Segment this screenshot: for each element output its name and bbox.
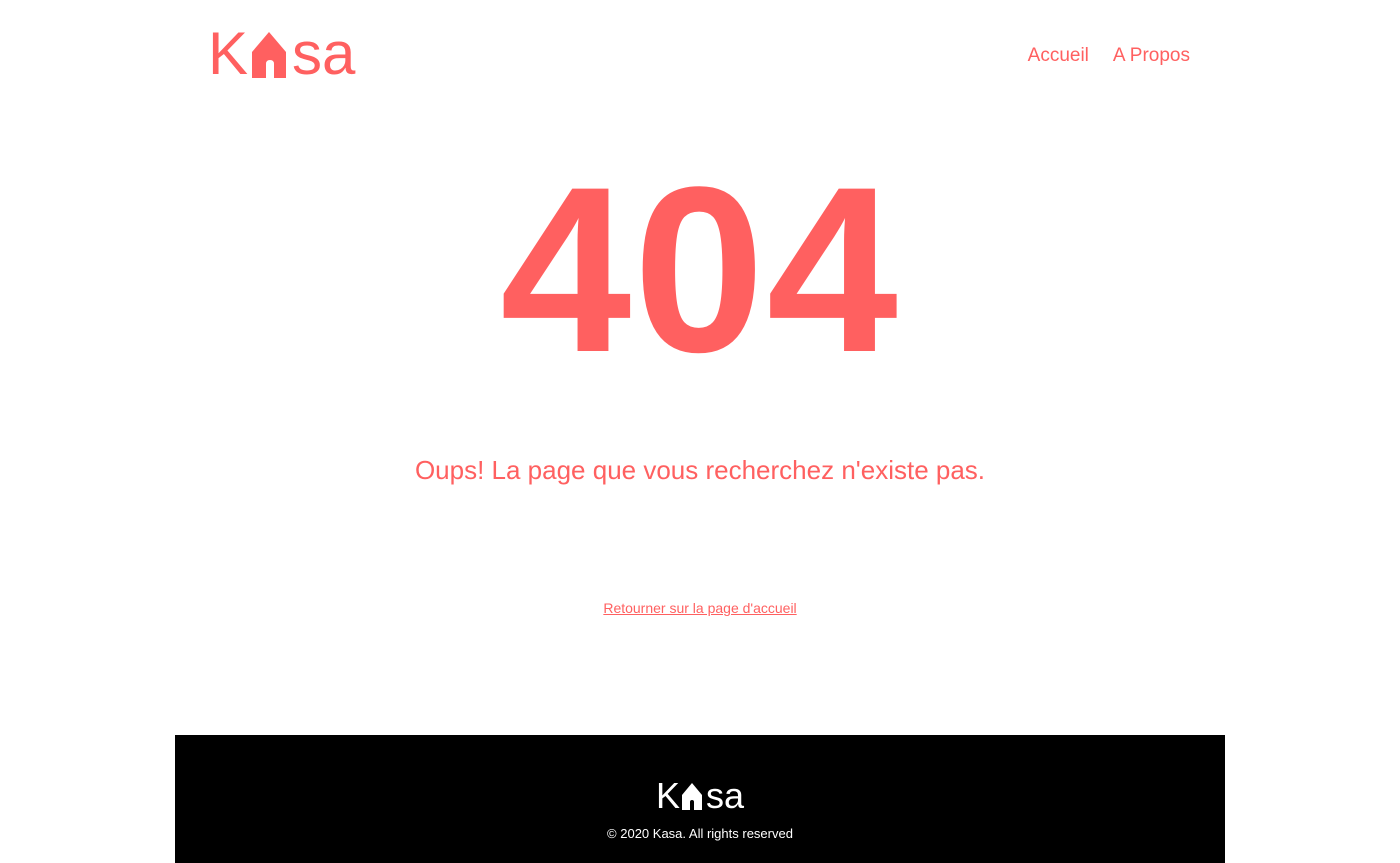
site-header: K s a Accueil A Propos bbox=[0, 0, 1400, 112]
back-to-home-link[interactable]: Retourner sur la page d'accueil bbox=[603, 600, 796, 616]
footer-logo-letter-a: a bbox=[723, 775, 745, 816]
back-link-container: Retourner sur la page d'accueil bbox=[0, 600, 1400, 618]
error-code: 404 bbox=[500, 138, 900, 402]
nav-link-accueil[interactable]: Accueil bbox=[1028, 42, 1089, 70]
error-message: Oups! La page que vous recherchez n'exis… bbox=[414, 455, 986, 485]
copyright-text: © 2020 Kasa. All rights reserved bbox=[607, 826, 793, 841]
footer-logo-letter-s: s bbox=[705, 775, 724, 816]
site-footer: K s a © 2020 Kasa. All rights reserved bbox=[175, 735, 1225, 863]
footer-house-icon bbox=[681, 783, 702, 810]
footer-logo-letter-k: K bbox=[655, 775, 680, 816]
footer-kasa-logo: K s a bbox=[175, 775, 1225, 816]
logo-letter-k: K bbox=[208, 20, 249, 87]
kasa-logo[interactable]: K s a bbox=[208, 20, 356, 87]
nav-link-a-propos[interactable]: A Propos bbox=[1113, 42, 1190, 70]
house-icon bbox=[252, 32, 287, 78]
logo-letter-s: s bbox=[292, 20, 323, 87]
logo-letter-a: a bbox=[322, 20, 356, 87]
main-nav: Accueil A Propos bbox=[1028, 42, 1190, 70]
